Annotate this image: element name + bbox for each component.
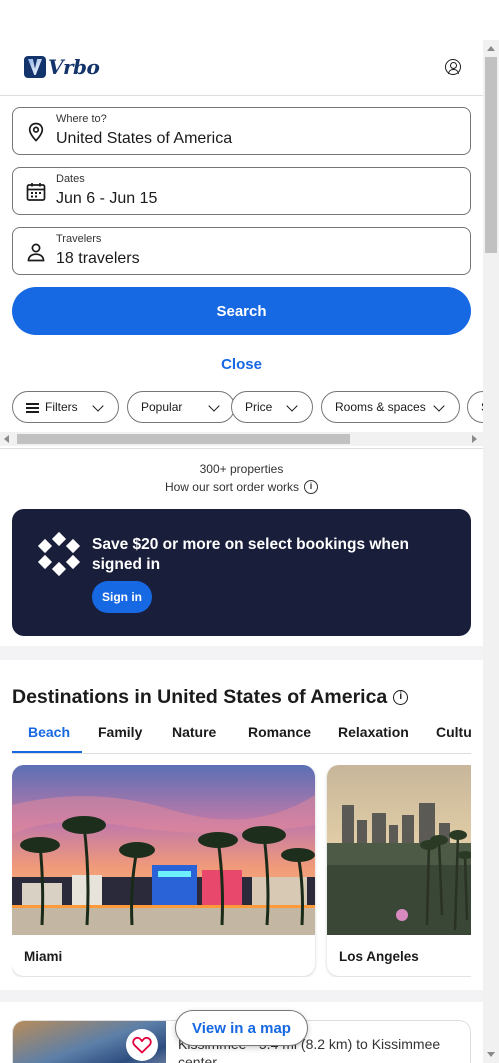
chevron-down-icon: [92, 400, 104, 412]
popular-chip[interactable]: Popular: [127, 391, 235, 423]
more-chip[interactable]: S: [467, 391, 483, 423]
tab-nature[interactable]: Nature: [172, 724, 216, 740]
favorite-button[interactable]: [126, 1029, 158, 1061]
search-button[interactable]: Search: [12, 287, 471, 335]
map-pin-icon: [28, 122, 44, 142]
scroll-right-arrow-icon[interactable]: [472, 435, 477, 443]
chevron-down-icon: [208, 400, 220, 412]
horizontal-scrollbar[interactable]: [0, 432, 483, 446]
filters-chip-label: Filters: [45, 400, 78, 414]
chevron-down-icon: [286, 400, 298, 412]
calendar-icon: [26, 183, 46, 201]
close-link[interactable]: Close: [0, 356, 483, 373]
chevron-down-icon: [433, 400, 445, 412]
destination-card-name: Miami: [24, 949, 63, 964]
popular-chip-label: Popular: [141, 400, 183, 414]
active-tab-indicator: [12, 751, 82, 753]
filter-chips: Filters Popular Price Rooms & spaces S: [12, 391, 483, 423]
vrbo-logo[interactable]: Vrbo: [24, 55, 100, 79]
header: Vrbo: [0, 40, 483, 96]
tab-romance[interactable]: Romance: [248, 724, 311, 740]
vertical-scrollbar[interactable]: [483, 40, 499, 1063]
logo-text: Vrbo: [48, 55, 100, 79]
price-chip-label: Price: [245, 400, 273, 414]
destination-label: Where to?: [56, 113, 107, 125]
rooms-spaces-chip[interactable]: Rooms & spaces: [321, 391, 460, 423]
tab-culture[interactable]: Cultu: [436, 724, 471, 740]
sort-order-text: How our sort order works: [164, 480, 300, 494]
info-icon[interactable]: i: [304, 480, 319, 494]
dates-label: Dates: [56, 173, 85, 185]
destinations-title: Destinations in United States of America…: [12, 686, 409, 709]
view-in-map-button[interactable]: View in a map: [175, 1010, 308, 1046]
promo-title: Save $20 or more on select bookings when…: [92, 536, 409, 573]
sliders-icon: [26, 402, 39, 413]
heart-icon: [132, 1036, 152, 1054]
page: Vrbo Where to? United States of America …: [0, 0, 483, 1063]
travelers-field[interactable]: Travelers 18 travelers: [12, 227, 471, 275]
dates-value: Jun 6 - Jun 15: [56, 190, 158, 207]
dates-field[interactable]: Dates Jun 6 - Jun 15: [12, 167, 471, 215]
miami-photo: [12, 765, 315, 935]
destination-card-name: Los Angeles: [339, 949, 419, 964]
scroll-down-arrow-icon[interactable]: [487, 1052, 495, 1057]
destination-card-miami[interactable]: Miami: [12, 765, 315, 976]
person-icon: [27, 243, 45, 262]
divider: [0, 448, 483, 449]
sign-in-button[interactable]: Sign in: [92, 581, 152, 613]
destination-card-los-angeles[interactable]: Los Angeles: [327, 765, 471, 976]
tab-family[interactable]: Family: [98, 724, 142, 740]
los-angeles-photo: [327, 765, 471, 935]
section-separator: [0, 990, 483, 1002]
price-chip[interactable]: Price: [231, 391, 313, 423]
results-count: 300+ properties: [199, 462, 284, 476]
destination-value: United States of America: [56, 130, 233, 147]
destinations-title-text: Destinations in United States of America: [12, 686, 388, 708]
section-separator: [0, 646, 483, 660]
destination-cards: Miami Los Angeles: [12, 765, 471, 977]
destination-tabs: Beach Family Nature Romance Relaxation C…: [12, 716, 471, 754]
account-circle-icon[interactable]: [445, 59, 461, 75]
vrbo-logo-mark-icon: [24, 56, 46, 78]
travelers-label: Travelers: [56, 233, 102, 245]
scroll-up-arrow-icon[interactable]: [487, 46, 495, 51]
scroll-left-arrow-icon[interactable]: [4, 435, 9, 443]
tab-beach[interactable]: Beach: [28, 724, 70, 740]
info-icon[interactable]: i: [393, 690, 409, 705]
filters-chip[interactable]: Filters: [12, 391, 119, 423]
sign-in-promo-banner: Save $20 or more on select bookings when…: [12, 509, 471, 636]
destination-field[interactable]: Where to? United States of America: [12, 107, 471, 155]
sort-order-info[interactable]: How our sort order works i: [0, 480, 483, 494]
horizontal-scroll-thumb[interactable]: [17, 434, 350, 444]
tab-relaxation[interactable]: Relaxation: [338, 724, 409, 740]
rooms-spaces-chip-label: Rooms & spaces: [335, 400, 426, 414]
vertical-scroll-thumb[interactable]: [485, 57, 497, 253]
travelers-value: 18 travelers: [56, 250, 140, 267]
loyalty-diamonds-icon: [37, 531, 81, 577]
